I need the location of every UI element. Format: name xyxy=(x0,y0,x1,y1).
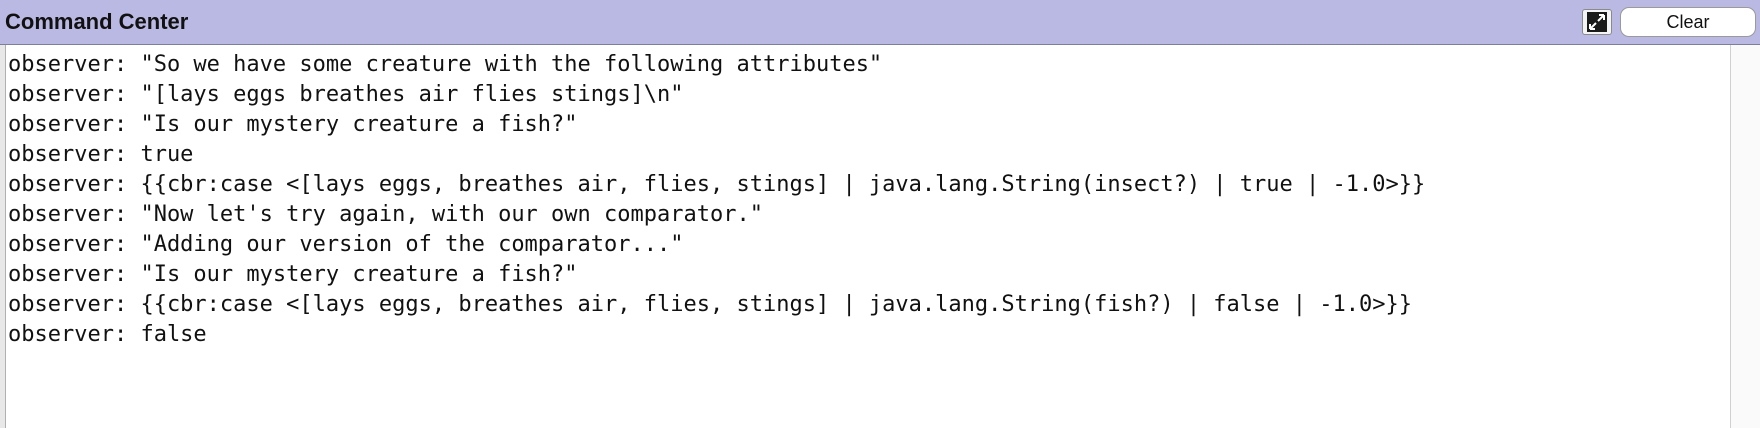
command-center-window: Command Center Clear observer: "So we ha… xyxy=(0,0,1760,428)
output-line: observer: true xyxy=(8,142,194,167)
output-line: observer: "Is our mystery creature a fis… xyxy=(8,112,578,137)
left-border xyxy=(0,45,6,428)
output-line: observer: {{cbr:case <[lays eggs, breath… xyxy=(8,292,1412,317)
clear-button[interactable]: Clear xyxy=(1620,7,1756,37)
output-line: observer: "Adding our version of the com… xyxy=(8,232,684,257)
window-title: Command Center xyxy=(5,9,189,34)
output-line: observer: "[lays eggs breathes air flies… xyxy=(8,82,684,107)
expand-arrows-icon xyxy=(1587,12,1607,32)
output-line: observer: "Now let's try again, with our… xyxy=(8,202,763,227)
expand-button[interactable] xyxy=(1582,9,1612,35)
output-line: observer: false xyxy=(8,322,207,347)
vertical-scrollbar[interactable] xyxy=(1730,45,1760,428)
output-line: observer: "Is our mystery creature a fis… xyxy=(8,262,578,287)
output-line: observer: "So we have some creature with… xyxy=(8,52,883,77)
command-output[interactable]: observer: "So we have some creature with… xyxy=(8,50,1728,428)
output-line: observer: {{cbr:case <[lays eggs, breath… xyxy=(8,172,1426,197)
title-bar: Command Center Clear xyxy=(0,0,1760,45)
